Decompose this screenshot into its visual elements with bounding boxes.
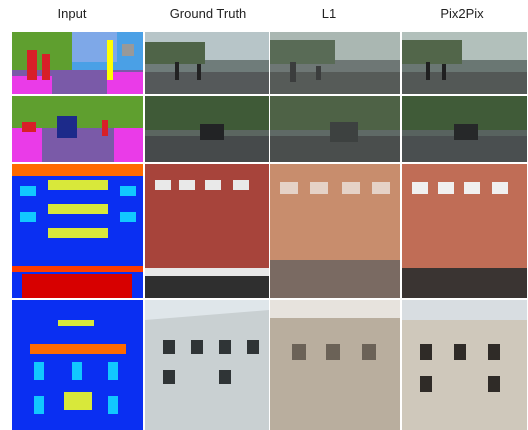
input-facade-label-map-1 bbox=[12, 164, 143, 298]
pix2pix-street-photo-1 bbox=[402, 32, 527, 94]
column-header-l1: L1 bbox=[321, 6, 337, 21]
l1-building-photo-2 bbox=[270, 300, 400, 430]
ground-truth-building-photo-2 bbox=[145, 300, 269, 430]
l1-street-photo-1 bbox=[270, 32, 400, 94]
ground-truth-street-photo-1 bbox=[145, 32, 269, 94]
column-header-ground-truth: Ground Truth bbox=[169, 6, 247, 21]
pix2pix-facade-photo-1 bbox=[402, 164, 527, 298]
input-facade-label-map-2 bbox=[12, 300, 143, 430]
pix2pix-street-photo-2 bbox=[402, 96, 527, 162]
l1-facade-photo-1 bbox=[270, 164, 400, 298]
column-header-pix2pix: Pix2Pix bbox=[440, 6, 484, 21]
ground-truth-facade-photo-1 bbox=[145, 164, 269, 298]
column-header-input: Input bbox=[57, 6, 87, 21]
input-street-segmentation-2 bbox=[12, 96, 143, 162]
ground-truth-street-photo-2 bbox=[145, 96, 269, 162]
input-street-segmentation-1 bbox=[12, 32, 143, 94]
pix2pix-building-photo-2 bbox=[402, 300, 527, 430]
l1-street-photo-2 bbox=[270, 96, 400, 162]
